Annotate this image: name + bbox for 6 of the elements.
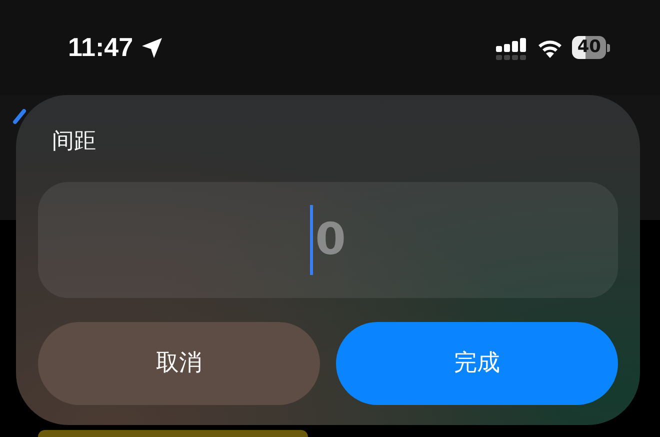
dialog-title: 间距 — [52, 128, 96, 156]
done-button[interactable]: 完成 — [336, 322, 618, 405]
status-time: 11:47 — [68, 31, 134, 64]
cancel-button[interactable]: 取消 — [38, 322, 320, 405]
input-field[interactable]: 0 — [38, 182, 618, 298]
signal-icon — [496, 36, 528, 60]
